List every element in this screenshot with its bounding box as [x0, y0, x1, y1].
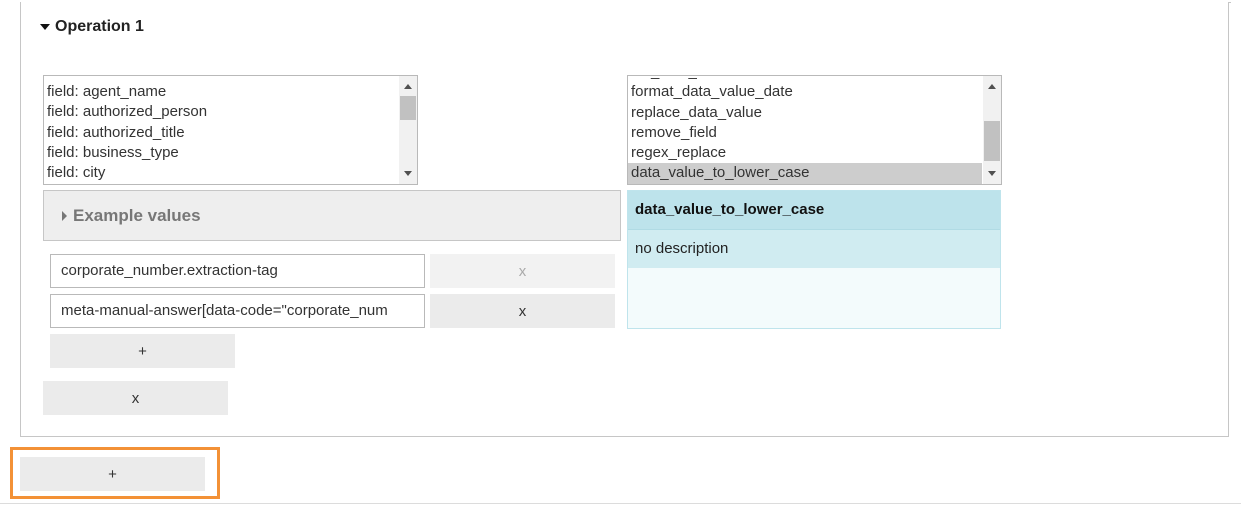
scroll-down-icon[interactable]	[988, 171, 996, 176]
function-info-title: data_value_to_lower_case	[628, 191, 1000, 229]
function-info-panel: data_value_to_lower_case no description	[627, 190, 1001, 329]
function-option[interactable]: replace_data_value	[628, 103, 982, 123]
remove-selector-button[interactable]: x	[430, 294, 615, 328]
function-select-scrollbar[interactable]	[983, 76, 1001, 184]
example-values-toggle[interactable]: Example values	[43, 190, 621, 241]
field-option[interactable]: field: authorized_person	[44, 102, 398, 122]
operation-toggle[interactable]: Operation 1	[40, 18, 144, 36]
function-option[interactable]: remove_field	[628, 123, 982, 143]
caret-down-icon	[40, 24, 50, 30]
field-select[interactable]: field: agent_name field: authorized_pers…	[43, 75, 418, 185]
selector-input[interactable]: corporate_number.extraction-tag	[50, 254, 425, 288]
scroll-up-icon[interactable]	[988, 84, 996, 89]
field-option[interactable]: field: city	[44, 163, 398, 183]
divider	[0, 503, 1241, 504]
field-option[interactable]: field: business_type	[44, 143, 398, 163]
function-option[interactable]: format_data_value_date	[628, 82, 982, 102]
field-select-scrollbar[interactable]	[399, 76, 417, 184]
function-info-description: no description	[628, 229, 1000, 268]
remove-operation-button[interactable]: x	[43, 381, 228, 415]
add-operation-button[interactable]: +	[20, 457, 205, 491]
scroll-up-icon[interactable]	[404, 84, 412, 89]
function-option[interactable]: regex_replace	[628, 143, 982, 163]
scroll-down-icon[interactable]	[404, 171, 412, 176]
example-values-label: Example values	[73, 205, 201, 225]
operation-title: Operation 1	[55, 18, 144, 35]
function-option-selected[interactable]: data_value_to_lower_case	[628, 163, 982, 184]
selector-input[interactable]: meta-manual-answer[data-code="corporate_…	[50, 294, 425, 328]
scrollbar-thumb[interactable]	[400, 96, 416, 120]
function-select[interactable]: set_data_value format_data_value_date re…	[627, 75, 1002, 185]
field-option[interactable]: field: authorized_title	[44, 123, 398, 143]
caret-right-icon	[62, 210, 67, 221]
add-selector-button[interactable]: +	[50, 334, 235, 368]
scrollbar-thumb[interactable]	[984, 121, 1000, 161]
function-option[interactable]: set_data_value	[628, 76, 982, 82]
field-option[interactable]: field: agent_name	[44, 82, 398, 102]
remove-selector-button[interactable]: x	[430, 254, 615, 288]
